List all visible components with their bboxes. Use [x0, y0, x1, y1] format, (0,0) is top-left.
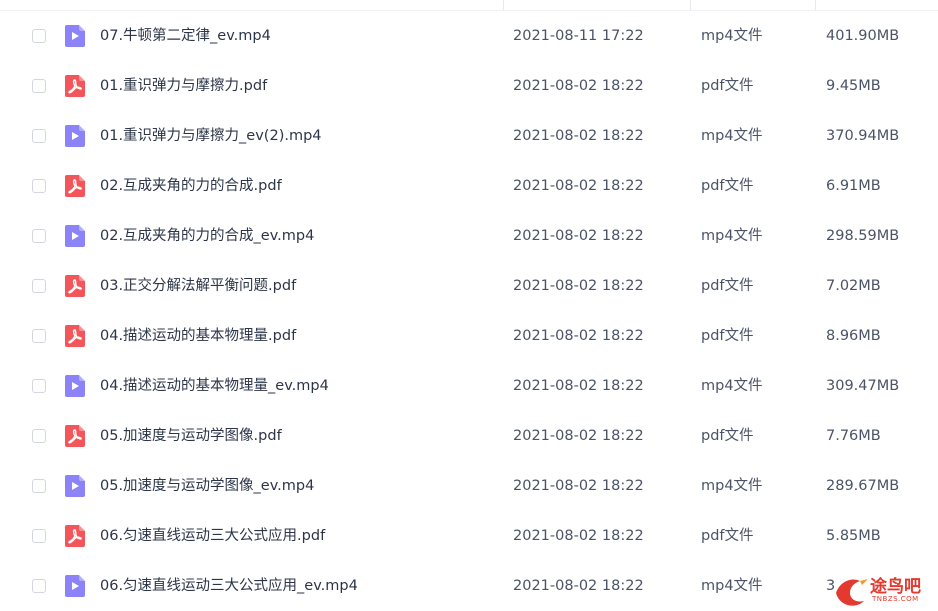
file-date: 2021-08-02 18:22: [513, 478, 644, 494]
file-date: 2021-08-02 18:22: [513, 578, 644, 594]
file-list: 07.牛顿第二定律_ev.mp4 2021-08-11 17:22 mp4文件 401…: [0, 0, 938, 611]
file-date: 2021-08-11 17:22: [513, 28, 644, 44]
file-name[interactable]: 07.牛顿第二定律_ev.mp4: [100, 26, 271, 46]
pdf-file-icon: [65, 75, 85, 97]
file-type: mp4文件: [701, 128, 763, 144]
file-date: 2021-08-02 18:22: [513, 278, 644, 294]
file-row[interactable]: 03.正交分解法解平衡问题.pdf 2021-08-02 18:22 pdf文件 7.…: [0, 262, 938, 312]
file-row[interactable]: 04.描述运动的基本物理量_ev.mp4 2021-08-02 18:22 mp4文…: [0, 362, 938, 412]
pdf-file-icon: [65, 525, 85, 547]
file-name[interactable]: 04.描述运动的基本物理量.pdf: [100, 326, 296, 346]
file-name[interactable]: 01.重识弹力与摩擦力.pdf: [100, 76, 267, 96]
video-file-icon: [65, 575, 85, 597]
watermark-subtitle: TNBZS.COM: [872, 595, 919, 603]
row-checkbox[interactable]: [32, 29, 46, 43]
file-name[interactable]: 03.正交分解法解平衡问题.pdf: [100, 276, 296, 296]
pdf-file-icon: [65, 425, 85, 447]
file-name[interactable]: 04.描述运动的基本物理量_ev.mp4: [100, 376, 329, 396]
file-row[interactable]: 05.加速度与运动学图像.pdf 2021-08-02 18:22 pdf文件 7.7…: [0, 412, 938, 462]
video-file-icon: [65, 225, 85, 247]
file-type: pdf文件: [701, 328, 754, 344]
file-type: mp4文件: [701, 578, 763, 594]
file-row[interactable]: 06.匀速直线运动三大公式应用.pdf 2021-08-02 18:22 pdf文件…: [0, 512, 938, 562]
column-divider[interactable]: [815, 0, 816, 10]
file-size: 370.94MB: [826, 128, 900, 144]
row-checkbox[interactable]: [32, 79, 46, 93]
row-checkbox[interactable]: [32, 379, 46, 393]
bird-logo-icon: [836, 579, 868, 606]
file-type: pdf文件: [701, 78, 754, 94]
file-date: 2021-08-02 18:22: [513, 428, 644, 444]
file-date: 2021-08-02 18:22: [513, 328, 644, 344]
file-date: 2021-08-02 18:22: [513, 378, 644, 394]
file-size: 5.85MB: [826, 528, 881, 544]
file-row[interactable]: 07.牛顿第二定律_ev.mp4 2021-08-11 17:22 mp4文件 401…: [0, 12, 938, 62]
video-file-icon: [65, 25, 85, 47]
file-size: 7.76MB: [826, 428, 881, 444]
row-checkbox[interactable]: [32, 579, 46, 593]
row-checkbox[interactable]: [32, 479, 46, 493]
pdf-file-icon: [65, 175, 85, 197]
video-file-icon: [65, 375, 85, 397]
watermark-logo: 途鸟吧 TNBZS.COM: [830, 571, 934, 609]
file-row[interactable]: 02.互成夹角的力的合成_ev.mp4 2021-08-02 18:22 mp4文件…: [0, 212, 938, 262]
file-row[interactable]: 06.匀速直线运动三大公式应用_ev.mp4 2021-08-02 18:22 mp…: [0, 562, 938, 611]
file-row[interactable]: 05.加速度与运动学图像_ev.mp4 2021-08-02 18:22 mp4文件…: [0, 462, 938, 512]
file-size: 289.67MB: [826, 478, 900, 494]
file-row[interactable]: 04.描述运动的基本物理量.pdf 2021-08-02 18:22 pdf文件 8.…: [0, 312, 938, 362]
file-date: 2021-08-02 18:22: [513, 528, 644, 544]
file-date: 2021-08-02 18:22: [513, 78, 644, 94]
file-size: 298.59MB: [826, 228, 900, 244]
video-file-icon: [65, 475, 85, 497]
file-row[interactable]: 01.重识弹力与摩擦力_ev(2).mp4 2021-08-02 18:22 mp4…: [0, 112, 938, 162]
file-size: 8.96MB: [826, 328, 881, 344]
row-checkbox[interactable]: [32, 429, 46, 443]
file-type: pdf文件: [701, 278, 754, 294]
file-type: pdf文件: [701, 528, 754, 544]
file-row[interactable]: 01.重识弹力与摩擦力.pdf 2021-08-02 18:22 pdf文件 9.45…: [0, 62, 938, 112]
file-size: 7.02MB: [826, 278, 881, 294]
row-checkbox[interactable]: [32, 229, 46, 243]
file-size: 6.91MB: [826, 178, 881, 194]
row-checkbox[interactable]: [32, 529, 46, 543]
file-type: mp4文件: [701, 28, 763, 44]
video-file-icon: [65, 125, 85, 147]
file-name[interactable]: 05.加速度与运动学图像.pdf: [100, 426, 282, 446]
file-date: 2021-08-02 18:22: [513, 178, 644, 194]
file-name[interactable]: 01.重识弹力与摩擦力_ev(2).mp4: [100, 126, 322, 146]
file-size: 309.47MB: [826, 378, 900, 394]
file-type: pdf文件: [701, 428, 754, 444]
row-checkbox[interactable]: [32, 329, 46, 343]
column-divider[interactable]: [690, 0, 691, 10]
file-row[interactable]: 02.互成夹角的力的合成.pdf 2021-08-02 18:22 pdf文件 6.9…: [0, 162, 938, 212]
file-name[interactable]: 02.互成夹角的力的合成_ev.mp4: [100, 226, 314, 246]
row-checkbox[interactable]: [32, 279, 46, 293]
row-checkbox[interactable]: [32, 179, 46, 193]
file-type: pdf文件: [701, 178, 754, 194]
file-date: 2021-08-02 18:22: [513, 128, 644, 144]
file-size: 401.90MB: [826, 28, 900, 44]
file-name[interactable]: 06.匀速直线运动三大公式应用.pdf: [100, 526, 325, 546]
file-name[interactable]: 05.加速度与运动学图像_ev.mp4: [100, 476, 314, 496]
column-divider[interactable]: [503, 0, 504, 10]
pdf-file-icon: [65, 325, 85, 347]
header-separator: [0, 10, 938, 11]
file-type: mp4文件: [701, 378, 763, 394]
file-date: 2021-08-02 18:22: [513, 228, 644, 244]
file-type: mp4文件: [701, 228, 763, 244]
row-checkbox[interactable]: [32, 129, 46, 143]
watermark-title: 途鸟吧: [870, 577, 921, 597]
file-name[interactable]: 06.匀速直线运动三大公式应用_ev.mp4: [100, 576, 358, 596]
file-type: mp4文件: [701, 478, 763, 494]
file-size: 9.45MB: [826, 78, 881, 94]
pdf-file-icon: [65, 275, 85, 297]
file-rows: 07.牛顿第二定律_ev.mp4 2021-08-11 17:22 mp4文件 401…: [0, 12, 938, 611]
file-name[interactable]: 02.互成夹角的力的合成.pdf: [100, 176, 282, 196]
